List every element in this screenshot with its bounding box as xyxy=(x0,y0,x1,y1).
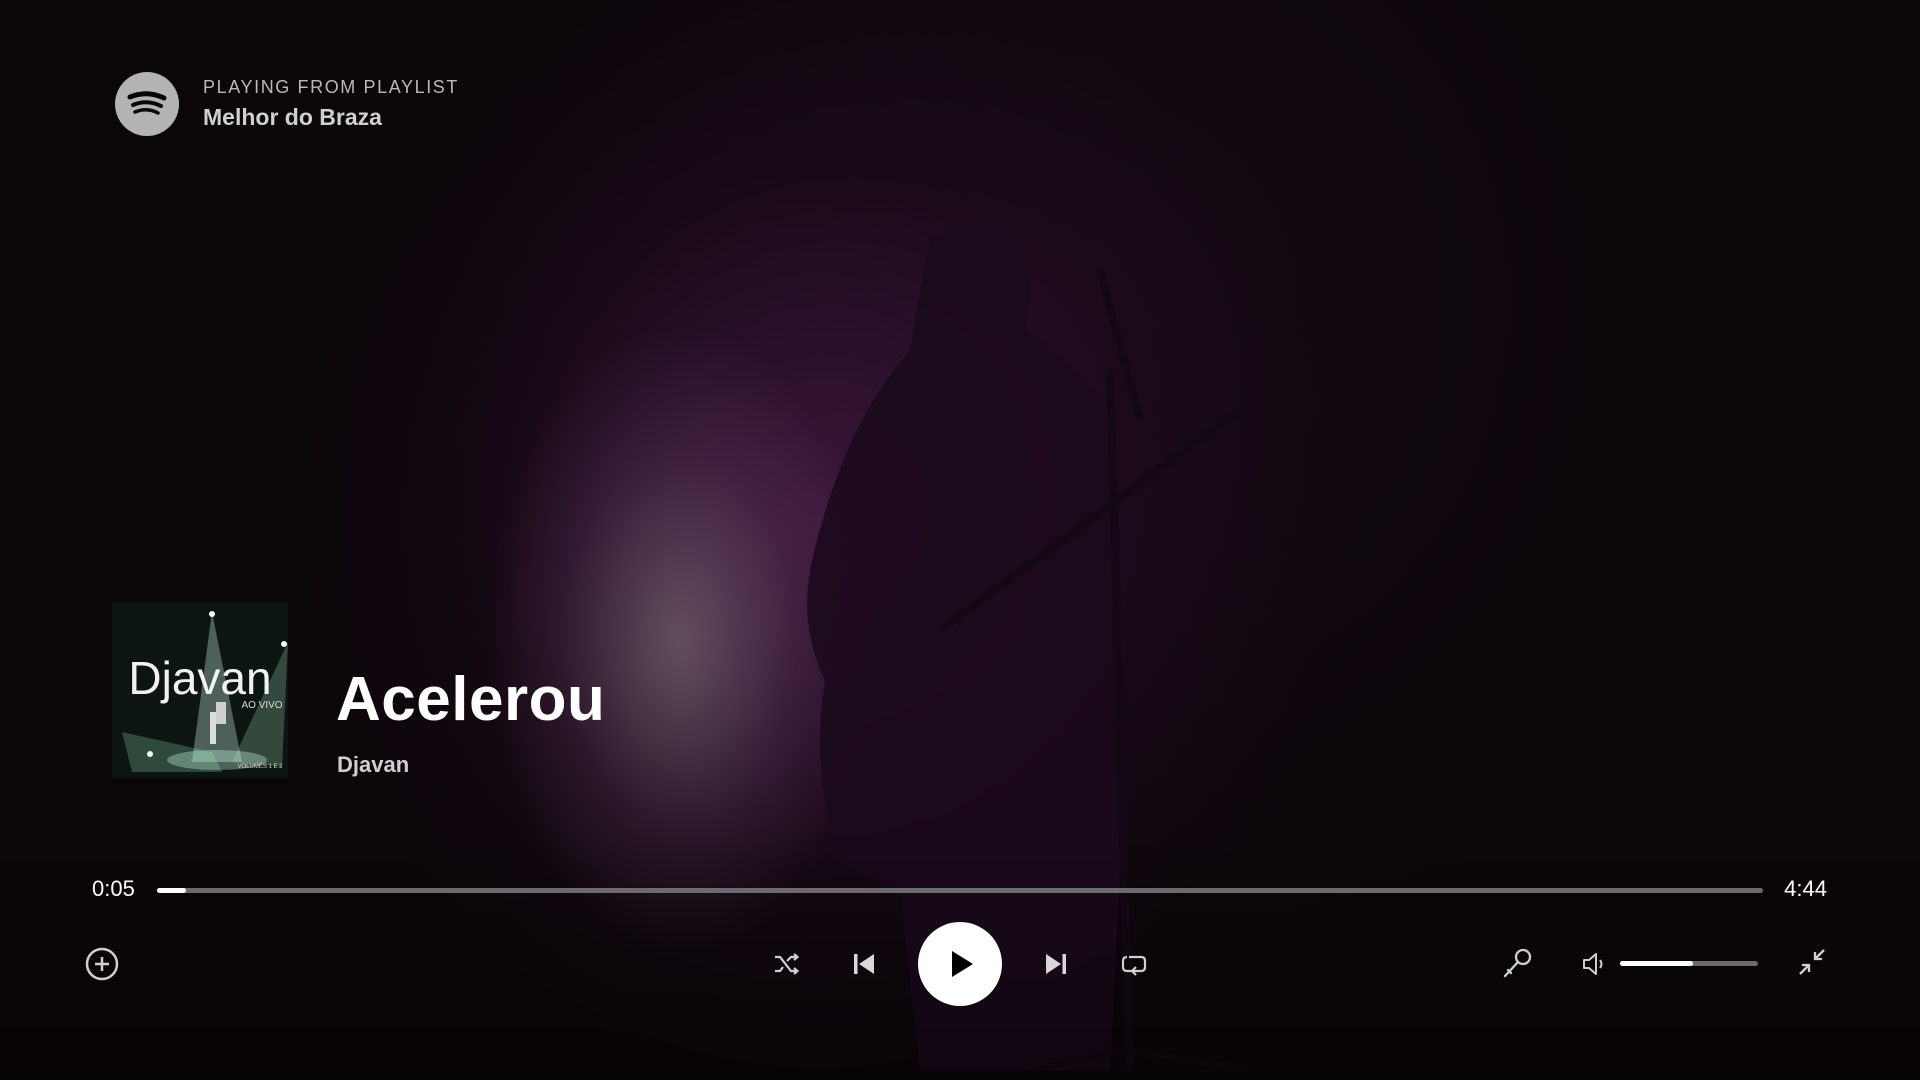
repeat-icon xyxy=(1121,955,1147,976)
repeat-button[interactable] xyxy=(1117,948,1151,982)
track-title: Acelerou xyxy=(336,665,606,734)
previous-button[interactable] xyxy=(848,948,880,980)
minimize-icon xyxy=(1799,949,1825,975)
elapsed-time: 0:05 xyxy=(92,876,135,901)
total-duration: 4:44 xyxy=(1784,876,1827,901)
volume-button[interactable] xyxy=(1578,948,1610,980)
album-cover-art: Djavan AO VIVO VOLUMES 1 E 2 xyxy=(112,602,288,778)
volume-slider[interactable] xyxy=(1620,961,1758,966)
skip-previous-icon xyxy=(854,954,874,974)
skip-next-icon xyxy=(1046,954,1066,974)
playing-from-label: PLAYING FROM PLAYLIST xyxy=(203,77,459,97)
volume-icon xyxy=(1583,953,1603,975)
add-to-library-button[interactable] xyxy=(82,944,122,984)
progress-bar[interactable] xyxy=(157,888,1763,893)
spotify-logo-icon xyxy=(115,72,179,136)
track-artist[interactable]: Djavan xyxy=(337,752,409,778)
now-playing-header: PLAYING FROM PLAYLIST Melhor do Braza xyxy=(115,72,459,136)
exit-fullscreen-button[interactable] xyxy=(1794,944,1830,980)
cover-volume-text: VOLUMES 1 E 2 xyxy=(237,764,283,770)
plus-circle-icon xyxy=(85,947,119,981)
play-button[interactable] xyxy=(918,922,1002,1006)
cover-subtitle-text: AO VIVO xyxy=(241,700,282,711)
shuffle-button[interactable] xyxy=(770,948,802,980)
cover-title-text: Djavan xyxy=(128,652,271,704)
progress-fill xyxy=(157,888,186,893)
playlist-name[interactable]: Melhor do Braza xyxy=(203,104,459,131)
play-icon xyxy=(952,951,973,977)
album-cover[interactable]: Djavan AO VIVO VOLUMES 1 E 2 xyxy=(112,602,288,778)
volume-fill xyxy=(1620,961,1694,966)
shuffle-icon xyxy=(775,953,800,975)
next-button[interactable] xyxy=(1040,948,1072,980)
microphone-icon xyxy=(1503,948,1532,978)
lyrics-button[interactable] xyxy=(1498,944,1536,982)
